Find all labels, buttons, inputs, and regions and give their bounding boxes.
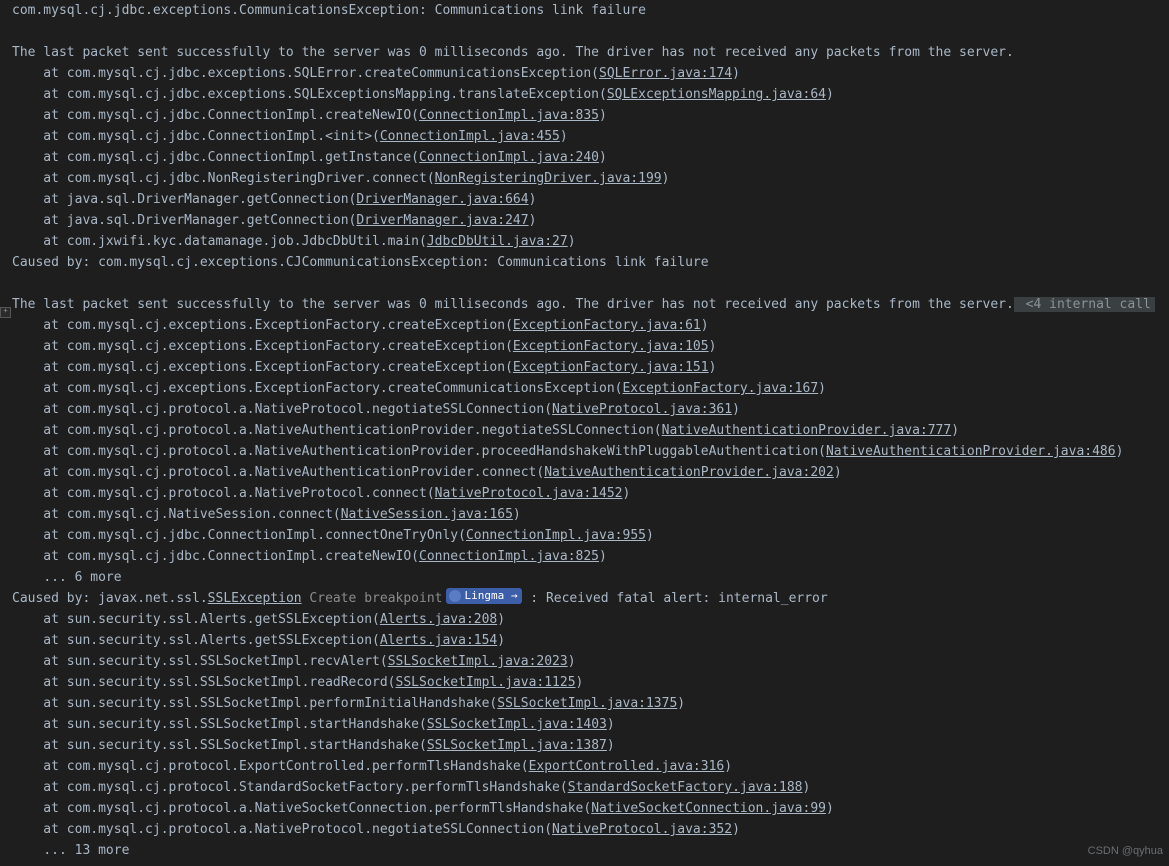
console-line: at com.mysql.cj.protocol.a.NativeAuthent… — [12, 441, 1169, 462]
stack-link[interactable]: NativeProtocol.java:352 — [552, 822, 732, 837]
console-line: at com.mysql.cj.jdbc.ConnectionImpl.conn… — [12, 525, 1169, 546]
stack-link[interactable]: DriverManager.java:664 — [356, 192, 528, 207]
console-line: at com.mysql.cj.exceptions.ExceptionFact… — [12, 357, 1169, 378]
console-line: at com.mysql.cj.exceptions.ExceptionFact… — [12, 336, 1169, 357]
stack-link[interactable]: ExceptionFactory.java:151 — [513, 360, 709, 375]
console-line: at com.mysql.cj.jdbc.exceptions.SQLExcep… — [12, 84, 1169, 105]
console-line: at sun.security.ssl.SSLSocketImpl.readRe… — [12, 672, 1169, 693]
console-line: at java.sql.DriverManager.getConnection(… — [12, 189, 1169, 210]
stack-link[interactable]: SSLSocketImpl.java:1125 — [396, 675, 576, 690]
exception-link[interactable]: SSLException — [208, 591, 302, 606]
stack-link[interactable]: ExceptionFactory.java:61 — [513, 318, 701, 333]
stack-link[interactable]: ConnectionImpl.java:955 — [466, 528, 646, 543]
lingma-button[interactable]: Lingma → — [446, 588, 522, 604]
console-line — [12, 273, 1169, 294]
console-line: ... 6 more — [12, 567, 1169, 588]
console-line: at sun.security.ssl.Alerts.getSSLExcepti… — [12, 630, 1169, 651]
console-line: at sun.security.ssl.Alerts.getSSLExcepti… — [12, 609, 1169, 630]
lingma-icon — [449, 590, 461, 602]
caused-by-prefix: Caused by: javax.net.ssl. — [12, 591, 208, 606]
stack-link[interactable]: ExceptionFactory.java:167 — [622, 381, 818, 396]
console-line: at java.sql.DriverManager.getConnection(… — [12, 210, 1169, 231]
stack-link[interactable]: JdbcDbUtil.java:27 — [427, 234, 568, 249]
create-breakpoint-button[interactable]: Create breakpoint — [309, 588, 442, 609]
console-line: The last packet sent successfully to the… — [12, 42, 1169, 63]
caused-by-suffix: : Received fatal alert: internal_error — [522, 591, 827, 606]
stack-link[interactable]: Alerts.java:154 — [380, 633, 497, 648]
packet-message: The last packet sent successfully to the… — [12, 45, 1014, 60]
stack-link[interactable]: NativeSocketConnection.java:99 — [591, 801, 826, 816]
exception-line: com.mysql.cj.jdbc.exceptions.Communicati… — [12, 3, 646, 18]
console-line: at com.mysql.cj.protocol.ExportControlle… — [12, 756, 1169, 777]
console-line: at com.mysql.cj.jdbc.ConnectionImpl.<ini… — [12, 126, 1169, 147]
console-line — [12, 21, 1169, 42]
caused-by-line: Caused by: com.mysql.cj.exceptions.CJCom… — [12, 255, 709, 270]
stack-link[interactable]: SSLSocketImpl.java:1403 — [427, 717, 607, 732]
stack-link[interactable]: SQLExceptionsMapping.java:64 — [607, 87, 826, 102]
stack-link[interactable]: SSLSocketImpl.java:1375 — [497, 696, 677, 711]
stack-link[interactable]: NativeProtocol.java:1452 — [435, 486, 623, 501]
stack-link[interactable]: NativeAuthenticationProvider.java:486 — [826, 444, 1116, 459]
console-line: at com.mysql.cj.jdbc.ConnectionImpl.crea… — [12, 105, 1169, 126]
stack-link[interactable]: StandardSocketFactory.java:188 — [568, 780, 803, 795]
internal-calls-label[interactable]: <4 internal call — [1014, 297, 1155, 312]
stack-link[interactable]: SQLError.java:174 — [599, 66, 732, 81]
console-line: at com.mysql.cj.NativeSession.connect(Na… — [12, 504, 1169, 525]
watermark: CSDN @qyhua — [1088, 841, 1163, 862]
console-line: at com.mysql.cj.protocol.a.NativeAuthent… — [12, 420, 1169, 441]
console-line: ... 13 more — [12, 840, 1169, 861]
stack-link[interactable]: ConnectionImpl.java:835 — [419, 108, 599, 123]
console-line: at sun.security.ssl.SSLSocketImpl.startH… — [12, 735, 1169, 756]
stack-link[interactable]: NativeProtocol.java:361 — [552, 402, 732, 417]
stack-more: ... 13 more — [43, 843, 129, 858]
console-line: at com.mysql.cj.protocol.a.NativeSocketC… — [12, 798, 1169, 819]
console-line: at com.mysql.cj.exceptions.ExceptionFact… — [12, 378, 1169, 399]
console-line: at com.mysql.cj.protocol.a.NativeProtoco… — [12, 819, 1169, 840]
fold-plus-icon[interactable]: + — [0, 307, 11, 318]
console-line: at com.mysql.cj.protocol.a.NativeProtoco… — [12, 399, 1169, 420]
console-line: at com.mysql.cj.jdbc.ConnectionImpl.getI… — [12, 147, 1169, 168]
console-line: at com.mysql.cj.jdbc.ConnectionImpl.crea… — [12, 546, 1169, 567]
stack-link[interactable]: ConnectionImpl.java:240 — [419, 150, 599, 165]
lingma-label: Lingma → — [464, 588, 517, 604]
console-line: at com.mysql.cj.exceptions.ExceptionFact… — [12, 315, 1169, 336]
stack-link[interactable]: Alerts.java:208 — [380, 612, 497, 627]
stack-link[interactable]: NativeSession.java:165 — [341, 507, 513, 522]
console-line: Caused by: javax.net.ssl.SSLException Cr… — [12, 588, 1169, 609]
console-line: at sun.security.ssl.SSLSocketImpl.perfor… — [12, 693, 1169, 714]
console-line: at com.mysql.cj.protocol.a.NativeAuthent… — [12, 462, 1169, 483]
console-line: com.mysql.cj.jdbc.exceptions.Communicati… — [12, 0, 1169, 21]
packet-message: The last packet sent successfully to the… — [12, 297, 1014, 312]
stack-more: ... 6 more — [43, 570, 121, 585]
stack-link[interactable]: SSLSocketImpl.java:1387 — [427, 738, 607, 753]
console-line: at com.mysql.cj.protocol.a.NativeProtoco… — [12, 483, 1169, 504]
stack-link[interactable]: ExceptionFactory.java:105 — [513, 339, 709, 354]
console-line: at sun.security.ssl.SSLSocketImpl.startH… — [12, 714, 1169, 735]
stack-link[interactable]: ConnectionImpl.java:455 — [380, 129, 560, 144]
stack-link[interactable]: DriverManager.java:247 — [356, 213, 528, 228]
console-line: at com.mysql.cj.jdbc.exceptions.SQLError… — [12, 63, 1169, 84]
stack-link[interactable]: ExportControlled.java:316 — [529, 759, 725, 774]
stack-link[interactable]: SSLSocketImpl.java:2023 — [388, 654, 568, 669]
console-line: The last packet sent successfully to the… — [12, 294, 1169, 315]
stack-link[interactable]: ConnectionImpl.java:825 — [419, 549, 599, 564]
stack-link[interactable]: NativeAuthenticationProvider.java:202 — [544, 465, 834, 480]
console-line: Caused by: com.mysql.cj.exceptions.CJCom… — [12, 252, 1169, 273]
console-output: com.mysql.cj.jdbc.exceptions.Communicati… — [0, 0, 1169, 861]
inline-annotations: Create breakpoint Lingma → — [309, 588, 522, 609]
console-line: at com.jxwifi.kyc.datamanage.job.JdbcDbU… — [12, 231, 1169, 252]
stack-link[interactable]: NativeAuthenticationProvider.java:777 — [662, 423, 952, 438]
stack-link[interactable]: NonRegisteringDriver.java:199 — [435, 171, 662, 186]
console-line: at com.mysql.cj.protocol.StandardSocketF… — [12, 777, 1169, 798]
console-line: at sun.security.ssl.SSLSocketImpl.recvAl… — [12, 651, 1169, 672]
console-line: at com.mysql.cj.jdbc.NonRegisteringDrive… — [12, 168, 1169, 189]
